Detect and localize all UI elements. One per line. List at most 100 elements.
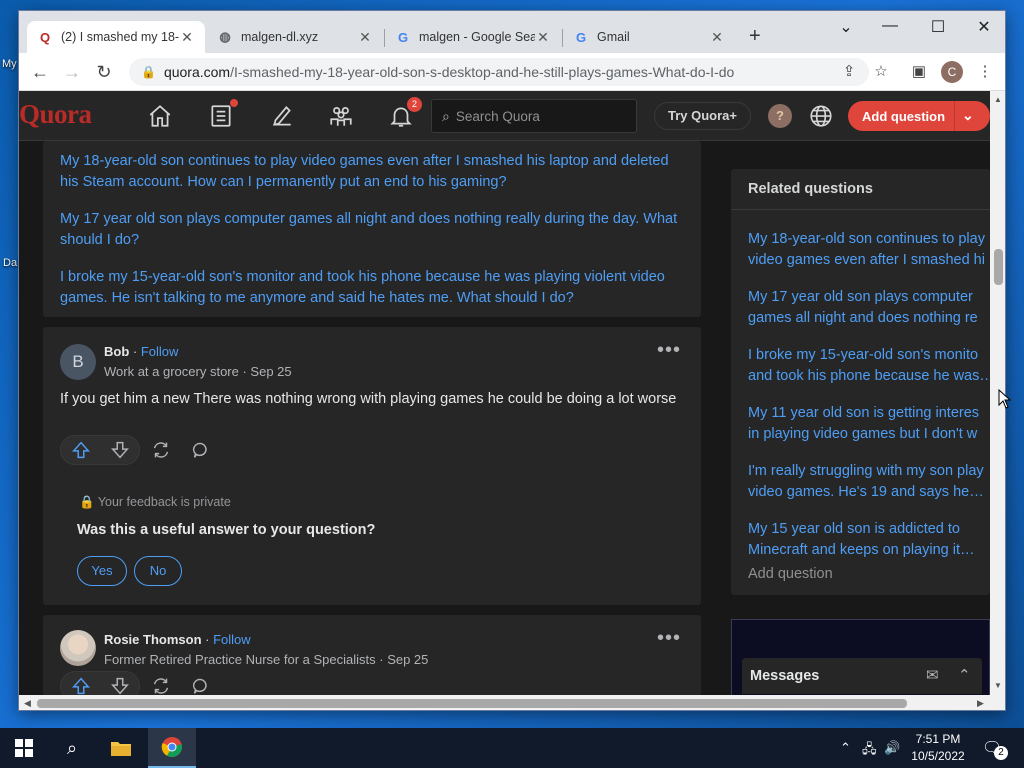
desktop-icon-label[interactable]: My	[2, 58, 17, 70]
bookmark-star-icon[interactable]: ☆	[871, 62, 891, 82]
related-question-link[interactable]: My 17 year old son plays computer games …	[60, 209, 680, 251]
follow-button[interactable]: Follow	[141, 344, 179, 359]
share-icon[interactable]	[150, 675, 172, 695]
chevron-up-icon[interactable]: ⌃	[840, 740, 851, 756]
scroll-down-icon[interactable]: ▼	[994, 681, 1002, 690]
close-icon[interactable]: ✕	[709, 29, 725, 46]
notifications-bell-icon[interactable]: 2	[388, 97, 422, 129]
close-icon[interactable]: ✕	[535, 29, 551, 46]
desktop-icon-label[interactable]: Da	[3, 257, 17, 269]
address-bar[interactable]: 🔒 quora.com /I-smashed-my-18-year-old-so…	[129, 58, 869, 86]
google-icon: G	[397, 29, 409, 45]
divider	[731, 209, 990, 210]
maximize-icon[interactable]: ☐	[923, 17, 953, 37]
feedback-no-button[interactable]: No	[134, 556, 182, 586]
sidebar-add-question[interactable]: Add question	[748, 566, 833, 582]
network-icon[interactable]: 🖧	[862, 740, 877, 762]
help-icon[interactable]: ?	[768, 104, 792, 128]
upvote-icon[interactable]	[70, 675, 92, 695]
feedback-private-note: 🔒 Your feedback is private	[79, 495, 231, 510]
search-input[interactable]: ⌕ Search Quora	[431, 99, 637, 133]
forward-icon[interactable]: →	[59, 59, 85, 85]
sidebar-related-question[interactable]: My 18-year-old son continues to play vid…	[748, 229, 990, 271]
tab-gmail[interactable]: G Gmail ✕	[563, 21, 735, 53]
home-icon[interactable]	[147, 103, 173, 129]
author-name[interactable]: Rosie Thomson	[104, 632, 202, 647]
menu-kebab-icon[interactable]: ⋮	[975, 62, 995, 82]
close-icon[interactable]: ✕	[357, 29, 373, 46]
more-options-icon[interactable]: •••	[657, 339, 681, 362]
spaces-people-icon[interactable]	[328, 103, 354, 129]
tab-search-chevron-icon[interactable]: ⌄	[831, 17, 861, 37]
share-icon[interactable]: ⇪	[839, 62, 859, 82]
page-viewport: Quora 2 ⌕ Search Quora Try Quora+ ? Add …	[19, 91, 990, 695]
avatar[interactable]	[60, 630, 96, 666]
lock-icon[interactable]: 🔒	[141, 65, 156, 79]
downvote-icon[interactable]	[109, 439, 131, 461]
scroll-right-icon[interactable]: ▶	[977, 698, 984, 709]
tab-quora[interactable]: Q (2) I smashed my 18- ✕	[27, 21, 205, 53]
language-globe-icon[interactable]	[808, 103, 834, 129]
scrollbar-thumb[interactable]	[37, 699, 907, 708]
author-credential: Work at a grocery store · Sep 25	[104, 364, 292, 379]
sidebar-related-question[interactable]: I broke my 15-year-old son's monito and …	[748, 345, 990, 387]
side-panel-icon[interactable]: ▣	[909, 62, 929, 82]
chevron-up-icon[interactable]: ⌃	[958, 666, 971, 684]
action-center-icon[interactable]: 🗨 2	[982, 738, 1008, 760]
clock-date: 10/5/2022	[911, 749, 965, 763]
sidebar-related-question[interactable]: My 11 year old son is getting interes in…	[748, 403, 990, 445]
comment-icon[interactable]	[190, 675, 212, 695]
line: Minecraft and keeps on playing it…	[748, 542, 975, 558]
add-question-button[interactable]: Add question ⌄	[848, 101, 990, 131]
following-dot	[230, 99, 238, 107]
reload-icon[interactable]: ↻	[91, 59, 117, 85]
tab-title: malgen-dl.xyz	[241, 30, 319, 44]
following-icon[interactable]	[208, 99, 238, 129]
horizontal-scrollbar[interactable]: ◀ ▶	[19, 695, 1005, 710]
more-options-icon[interactable]: •••	[657, 627, 681, 650]
start-windows-icon[interactable]	[0, 728, 48, 768]
taskbar: ⌕ ⌃ 🖧 🔊 7:51 PM 10/5/2022 🗨 2	[0, 728, 1024, 768]
search-icon: ⌕	[442, 107, 450, 124]
tab-google-search[interactable]: G malgen - Google Sea ✕	[385, 21, 561, 53]
new-tab-button[interactable]: +	[749, 25, 761, 48]
scroll-up-icon[interactable]: ▲	[994, 95, 1002, 104]
messages-bar[interactable]: Messages ✉ ⌃	[742, 658, 982, 694]
minimize-icon[interactable]: —	[875, 17, 905, 35]
avatar[interactable]: B	[60, 344, 96, 380]
try-quora-plus-button[interactable]: Try Quora+	[654, 102, 751, 130]
window-close-icon[interactable]: ✕	[969, 17, 999, 37]
related-question-link[interactable]: My 18-year-old son continues to play vid…	[60, 151, 680, 193]
related-question-link[interactable]: I broke my 15-year-old son's monitor and…	[60, 267, 680, 309]
follow-button[interactable]: Follow	[213, 632, 251, 647]
file-explorer-icon[interactable]	[97, 728, 145, 768]
sidebar-title: Related questions	[748, 181, 873, 197]
chrome-icon[interactable]	[148, 728, 196, 768]
sidebar-related-question[interactable]: My 17 year old son plays computer games …	[748, 287, 990, 329]
back-icon[interactable]: ←	[27, 59, 53, 85]
sidebar-related-question[interactable]: My 15 year old son is addicted to Minecr…	[748, 519, 990, 561]
volume-icon[interactable]: 🔊	[884, 740, 900, 756]
line: My 11 year old son is getting interes	[748, 405, 980, 421]
scrollbar-thumb[interactable]	[994, 249, 1003, 285]
notification-badge: 2	[407, 97, 422, 112]
comment-icon[interactable]	[190, 439, 212, 461]
downvote-icon[interactable]	[109, 675, 131, 695]
line: My 17 year old son plays computer	[748, 289, 973, 305]
quora-logo[interactable]: Quora	[19, 99, 92, 130]
feedback-yes-button[interactable]: Yes	[77, 556, 127, 586]
tab-malgen-dl[interactable]: ◍ malgen-dl.xyz ✕	[207, 21, 383, 53]
messages-label: Messages	[750, 668, 820, 684]
compose-message-icon[interactable]: ✉	[926, 666, 939, 684]
upvote-icon[interactable]	[70, 439, 92, 461]
close-icon[interactable]: ✕	[179, 29, 195, 46]
chevron-down-icon[interactable]: ⌄	[962, 107, 974, 124]
answer-pencil-icon[interactable]	[269, 103, 295, 129]
author-name[interactable]: Bob	[104, 344, 129, 359]
sidebar-related-question[interactable]: I'm really struggling with my son play v…	[748, 461, 990, 503]
share-icon[interactable]	[150, 439, 172, 461]
search-icon[interactable]: ⌕	[48, 728, 96, 768]
profile-avatar[interactable]: C	[941, 61, 963, 83]
system-clock[interactable]: 7:51 PM 10/5/2022	[906, 731, 970, 765]
scroll-left-icon[interactable]: ◀	[24, 698, 31, 709]
